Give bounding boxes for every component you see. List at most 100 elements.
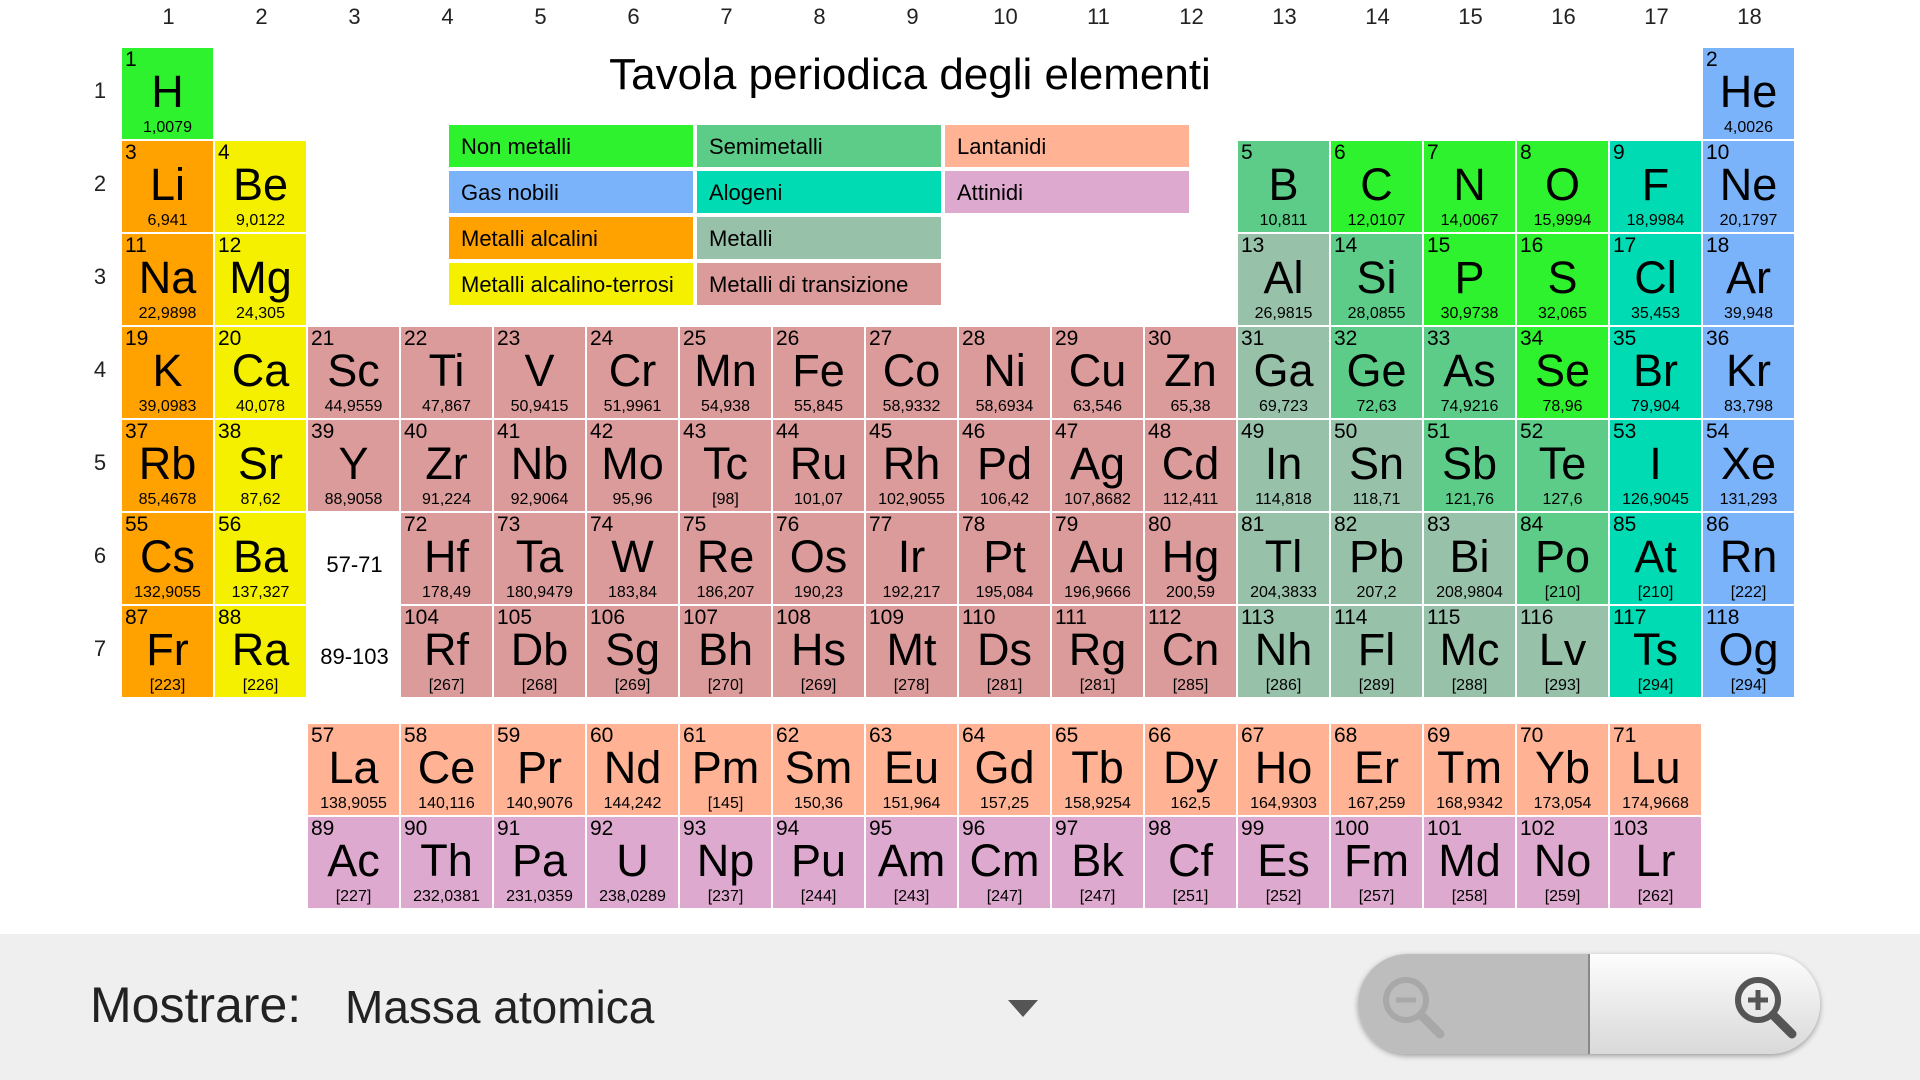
element-cell[interactable]: 95 Am [243] [866, 817, 957, 908]
element-cell[interactable]: 118 Og [294] [1703, 606, 1794, 697]
element-cell[interactable]: 20 Ca 40,078 [215, 327, 306, 418]
element-cell[interactable]: 39 Y 88,9058 [308, 420, 399, 511]
element-cell[interactable]: 55 Cs 132,9055 [122, 513, 213, 604]
element-cell[interactable]: 102 No [259] [1517, 817, 1608, 908]
element-cell[interactable]: 78 Pt 195,084 [959, 513, 1050, 604]
element-cell[interactable]: 10 Ne 20,1797 [1703, 141, 1794, 232]
element-cell[interactable]: 22 Ti 47,867 [401, 327, 492, 418]
element-cell[interactable]: 18 Ar 39,948 [1703, 234, 1794, 325]
element-cell[interactable]: 116 Lv [293] [1517, 606, 1608, 697]
element-cell[interactable]: 72 Hf 178,49 [401, 513, 492, 604]
element-cell[interactable]: 5 B 10,811 [1238, 141, 1329, 232]
element-cell[interactable]: 101 Md [258] [1424, 817, 1515, 908]
element-cell[interactable]: 91 Pa 231,0359 [494, 817, 585, 908]
element-cell[interactable]: 47 Ag 107,8682 [1052, 420, 1143, 511]
element-cell[interactable]: 6 C 12,0107 [1331, 141, 1422, 232]
element-cell[interactable]: 88 Ra [226] [215, 606, 306, 697]
element-cell[interactable]: 34 Se 78,96 [1517, 327, 1608, 418]
element-cell[interactable]: 65 Tb 158,9254 [1052, 724, 1143, 815]
element-cell[interactable]: 81 Tl 204,3833 [1238, 513, 1329, 604]
element-cell[interactable]: 19 K 39,0983 [122, 327, 213, 418]
element-cell[interactable]: 32 Ge 72,63 [1331, 327, 1422, 418]
element-cell[interactable]: 45 Rh 102,9055 [866, 420, 957, 511]
element-cell[interactable]: 17 Cl 35,453 [1610, 234, 1701, 325]
element-cell[interactable]: 61 Pm [145] [680, 724, 771, 815]
element-cell[interactable]: 58 Ce 140,116 [401, 724, 492, 815]
element-cell[interactable]: 23 V 50,9415 [494, 327, 585, 418]
element-cell[interactable]: 99 Es [252] [1238, 817, 1329, 908]
element-cell[interactable]: 24 Cr 51,9961 [587, 327, 678, 418]
element-cell[interactable]: 4 Be 9,0122 [215, 141, 306, 232]
element-cell[interactable]: 56 Ba 137,327 [215, 513, 306, 604]
element-cell[interactable]: 16 S 32,065 [1517, 234, 1608, 325]
element-cell[interactable]: 66 Dy 162,5 [1145, 724, 1236, 815]
element-cell[interactable]: 75 Re 186,207 [680, 513, 771, 604]
element-cell[interactable]: 73 Ta 180,9479 [494, 513, 585, 604]
element-cell[interactable]: 7 N 14,0067 [1424, 141, 1515, 232]
element-cell[interactable]: 86 Rn [222] [1703, 513, 1794, 604]
element-cell[interactable]: 21 Sc 44,9559 [308, 327, 399, 418]
element-cell[interactable]: 1 H 1,0079 [122, 48, 213, 139]
element-cell[interactable]: 53 I 126,9045 [1610, 420, 1701, 511]
element-cell[interactable]: 14 Si 28,0855 [1331, 234, 1422, 325]
element-cell[interactable]: 79 Au 196,9666 [1052, 513, 1143, 604]
element-cell[interactable]: 13 Al 26,9815 [1238, 234, 1329, 325]
element-cell[interactable]: 52 Te 127,6 [1517, 420, 1608, 511]
element-cell[interactable]: 51 Sb 121,76 [1424, 420, 1515, 511]
element-cell[interactable]: 59 Pr 140,9076 [494, 724, 585, 815]
element-cell[interactable]: 63 Eu 151,964 [866, 724, 957, 815]
element-cell[interactable]: 40 Zr 91,224 [401, 420, 492, 511]
element-cell[interactable]: 103 Lr [262] [1610, 817, 1701, 908]
element-cell[interactable]: 96 Cm [247] [959, 817, 1050, 908]
element-cell[interactable]: 105 Db [268] [494, 606, 585, 697]
element-cell[interactable]: 80 Hg 200,59 [1145, 513, 1236, 604]
element-cell[interactable]: 11 Na 22,9898 [122, 234, 213, 325]
element-cell[interactable]: 62 Sm 150,36 [773, 724, 864, 815]
element-cell[interactable]: 30 Zn 65,38 [1145, 327, 1236, 418]
element-cell[interactable]: 3 Li 6,941 [122, 141, 213, 232]
element-cell[interactable]: 54 Xe 131,293 [1703, 420, 1794, 511]
element-cell[interactable]: 82 Pb 207,2 [1331, 513, 1422, 604]
element-cell[interactable]: 104 Rf [267] [401, 606, 492, 697]
element-cell[interactable]: 68 Er 167,259 [1331, 724, 1422, 815]
element-cell[interactable]: 33 As 74,9216 [1424, 327, 1515, 418]
element-cell[interactable]: 49 In 114,818 [1238, 420, 1329, 511]
element-cell[interactable]: 15 P 30,9738 [1424, 234, 1515, 325]
element-cell[interactable]: 92 U 238,0289 [587, 817, 678, 908]
element-cell[interactable]: 106 Sg [269] [587, 606, 678, 697]
element-cell[interactable]: 46 Pd 106,42 [959, 420, 1050, 511]
element-cell[interactable]: 35 Br 79,904 [1610, 327, 1701, 418]
element-cell[interactable]: 50 Sn 118,71 [1331, 420, 1422, 511]
element-cell[interactable]: 117 Ts [294] [1610, 606, 1701, 697]
element-cell[interactable]: 37 Rb 85,4678 [122, 420, 213, 511]
element-cell[interactable]: 31 Ga 69,723 [1238, 327, 1329, 418]
element-cell[interactable]: 8 O 15,9994 [1517, 141, 1608, 232]
element-cell[interactable]: 28 Ni 58,6934 [959, 327, 1050, 418]
element-cell[interactable]: 89 Ac [227] [308, 817, 399, 908]
zoom-out-button[interactable] [1358, 954, 1590, 1054]
element-cell[interactable]: 60 Nd 144,242 [587, 724, 678, 815]
element-cell[interactable]: 48 Cd 112,411 [1145, 420, 1236, 511]
element-cell[interactable]: 100 Fm [257] [1331, 817, 1422, 908]
element-cell[interactable]: 69 Tm 168,9342 [1424, 724, 1515, 815]
element-cell[interactable]: 93 Np [237] [680, 817, 771, 908]
element-cell[interactable]: 109 Mt [278] [866, 606, 957, 697]
display-mode-dropdown[interactable]: Massa atomica [330, 964, 1050, 1044]
element-cell[interactable]: 77 Ir 192,217 [866, 513, 957, 604]
element-cell[interactable]: 36 Kr 83,798 [1703, 327, 1794, 418]
element-cell[interactable]: 112 Cn [285] [1145, 606, 1236, 697]
element-cell[interactable]: 38 Sr 87,62 [215, 420, 306, 511]
element-cell[interactable]: 107 Bh [270] [680, 606, 771, 697]
element-cell[interactable]: 87 Fr [223] [122, 606, 213, 697]
element-cell[interactable]: 25 Mn 54,938 [680, 327, 771, 418]
element-cell[interactable]: 84 Po [210] [1517, 513, 1608, 604]
element-cell[interactable]: 70 Yb 173,054 [1517, 724, 1608, 815]
element-cell[interactable]: 44 Ru 101,07 [773, 420, 864, 511]
element-cell[interactable]: 67 Ho 164,9303 [1238, 724, 1329, 815]
element-cell[interactable]: 76 Os 190,23 [773, 513, 864, 604]
element-cell[interactable]: 115 Mc [288] [1424, 606, 1515, 697]
element-cell[interactable]: 9 F 18,9984 [1610, 141, 1701, 232]
element-cell[interactable]: 90 Th 232,0381 [401, 817, 492, 908]
element-cell[interactable]: 43 Tc [98] [680, 420, 771, 511]
element-cell[interactable]: 29 Cu 63,546 [1052, 327, 1143, 418]
